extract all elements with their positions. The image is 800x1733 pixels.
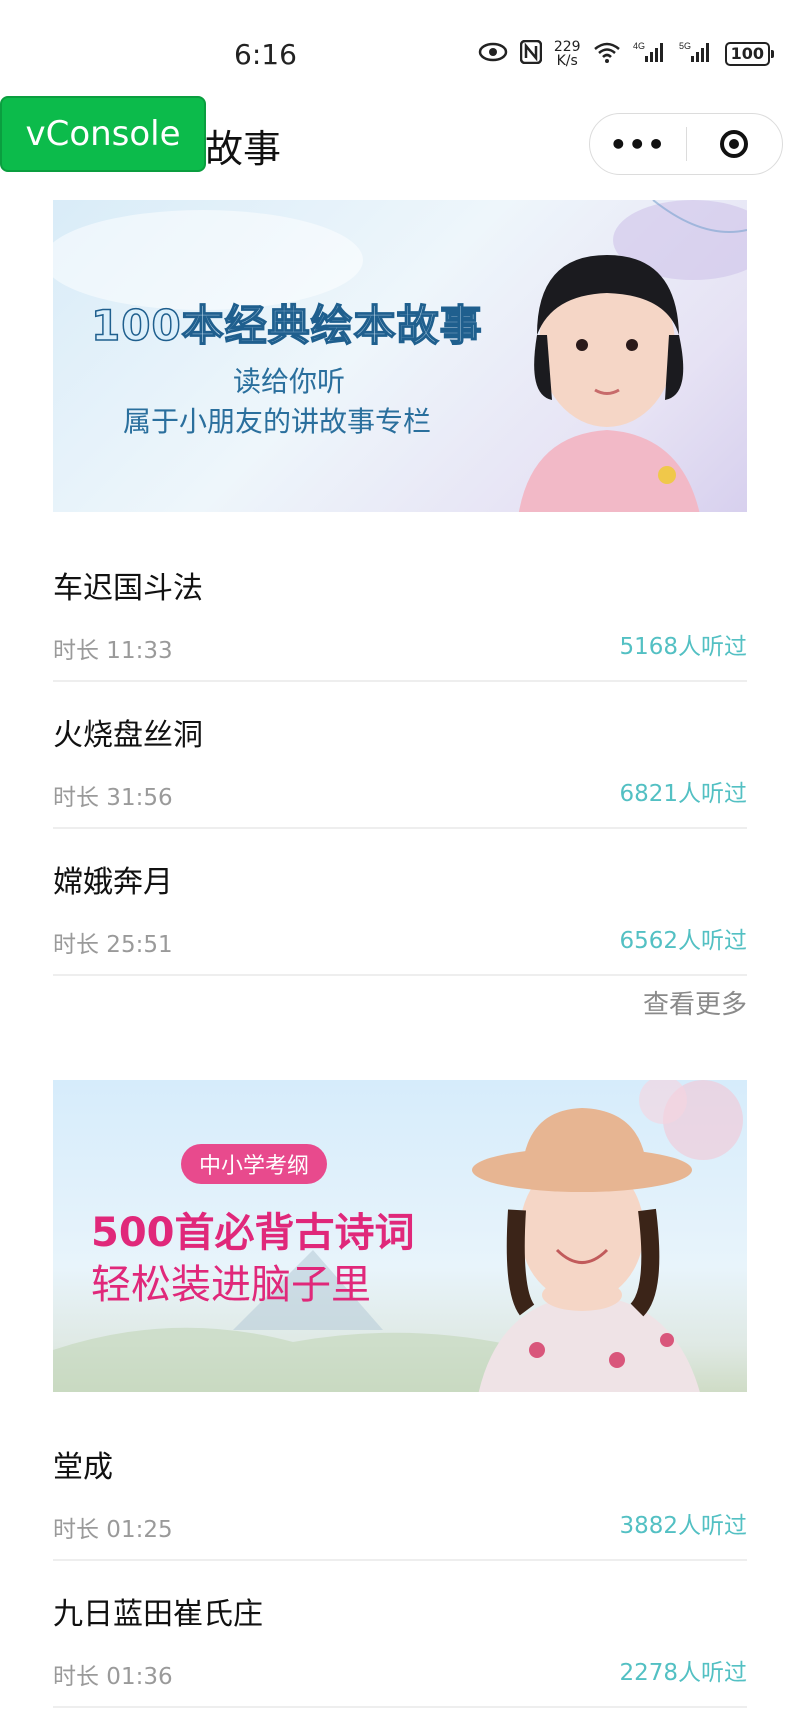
status-time: 6:16 xyxy=(234,38,297,71)
svg-text:5G: 5G xyxy=(679,41,691,51)
item-duration: 时长 11:33 xyxy=(53,638,173,664)
item-duration: 时长 25:51 xyxy=(53,932,173,958)
list-item[interactable]: 九日蓝田崔氏庄 时长 01:36 2278人听过 xyxy=(53,1561,747,1708)
signal-5g-icon: 5G xyxy=(679,40,713,68)
banner-title: 100本经典绘本故事 xyxy=(90,300,483,351)
wifi-icon xyxy=(593,41,621,67)
banner-title: 500首必背古诗词 xyxy=(91,1210,415,1256)
item-duration: 时长 01:25 xyxy=(53,1517,173,1543)
item-duration: 时长 31:56 xyxy=(53,785,173,811)
signal-4g-icon: 4G xyxy=(633,40,667,68)
close-miniprogram-button[interactable] xyxy=(687,130,783,158)
nfc-icon xyxy=(519,39,543,68)
item-title: 九日蓝田崔氏庄 xyxy=(53,1597,263,1632)
item-listen-count: 2278人听过 xyxy=(619,1660,747,1686)
item-listen-count: 5168人听过 xyxy=(619,634,747,660)
item-title: 车迟国斗法 xyxy=(53,571,203,606)
net-speed: 229 K/s xyxy=(553,39,581,69)
page-title: 故事 xyxy=(205,127,282,171)
picture-book-banner[interactable]: 100本经典绘本故事 读给你听 属于小朋友的讲故事专栏 xyxy=(53,200,747,512)
status-bar: 6:16 229 K/s 4G 5G 100 xyxy=(0,0,800,110)
svg-text:4G: 4G xyxy=(633,41,645,51)
list-item[interactable]: 车迟国斗法 时长 11:33 5168人听过 xyxy=(53,535,747,682)
target-icon xyxy=(720,130,749,158)
miniprogram-capsule: ••• xyxy=(589,113,783,175)
list-item[interactable]: 堂成 时长 01:25 3882人听过 xyxy=(53,1414,747,1561)
battery-icon: 100 xyxy=(724,42,775,66)
status-icons: 229 K/s 4G 5G 100 xyxy=(478,39,775,69)
item-title: 火烧盘丝洞 xyxy=(53,718,203,753)
banner-subtitle-2: 属于小朋友的讲故事专栏 xyxy=(123,405,432,438)
item-duration: 时长 01:36 xyxy=(53,1664,173,1690)
exam-badge: 中小学考纲 xyxy=(181,1144,328,1184)
banner-subtitle-1: 读给你听 xyxy=(233,365,346,398)
vconsole-button[interactable]: vConsole xyxy=(0,96,206,172)
banner-subtitle: 轻松装进脑子里 xyxy=(91,1262,371,1308)
poetry-banner[interactable]: 中小学考纲 500首必背古诗词 轻松装进脑子里 xyxy=(53,1080,747,1392)
list-item[interactable]: 火烧盘丝洞 时长 31:56 6821人听过 xyxy=(53,682,747,829)
eye-icon xyxy=(478,42,508,66)
view-more-link[interactable]: 查看更多 xyxy=(643,984,747,1021)
more-menu-button[interactable]: ••• xyxy=(590,128,686,161)
item-listen-count: 6821人听过 xyxy=(619,781,747,807)
item-listen-count: 3882人听过 xyxy=(619,1513,747,1539)
item-title: 嫦娥奔月 xyxy=(53,865,173,900)
item-listen-count: 6562人听过 xyxy=(619,928,747,954)
girl-photo xyxy=(472,1108,700,1392)
girl-photo xyxy=(518,255,700,512)
list-item[interactable]: 嫦娥奔月 时长 25:51 6562人听过 xyxy=(53,829,747,976)
item-title: 堂成 xyxy=(53,1450,113,1485)
